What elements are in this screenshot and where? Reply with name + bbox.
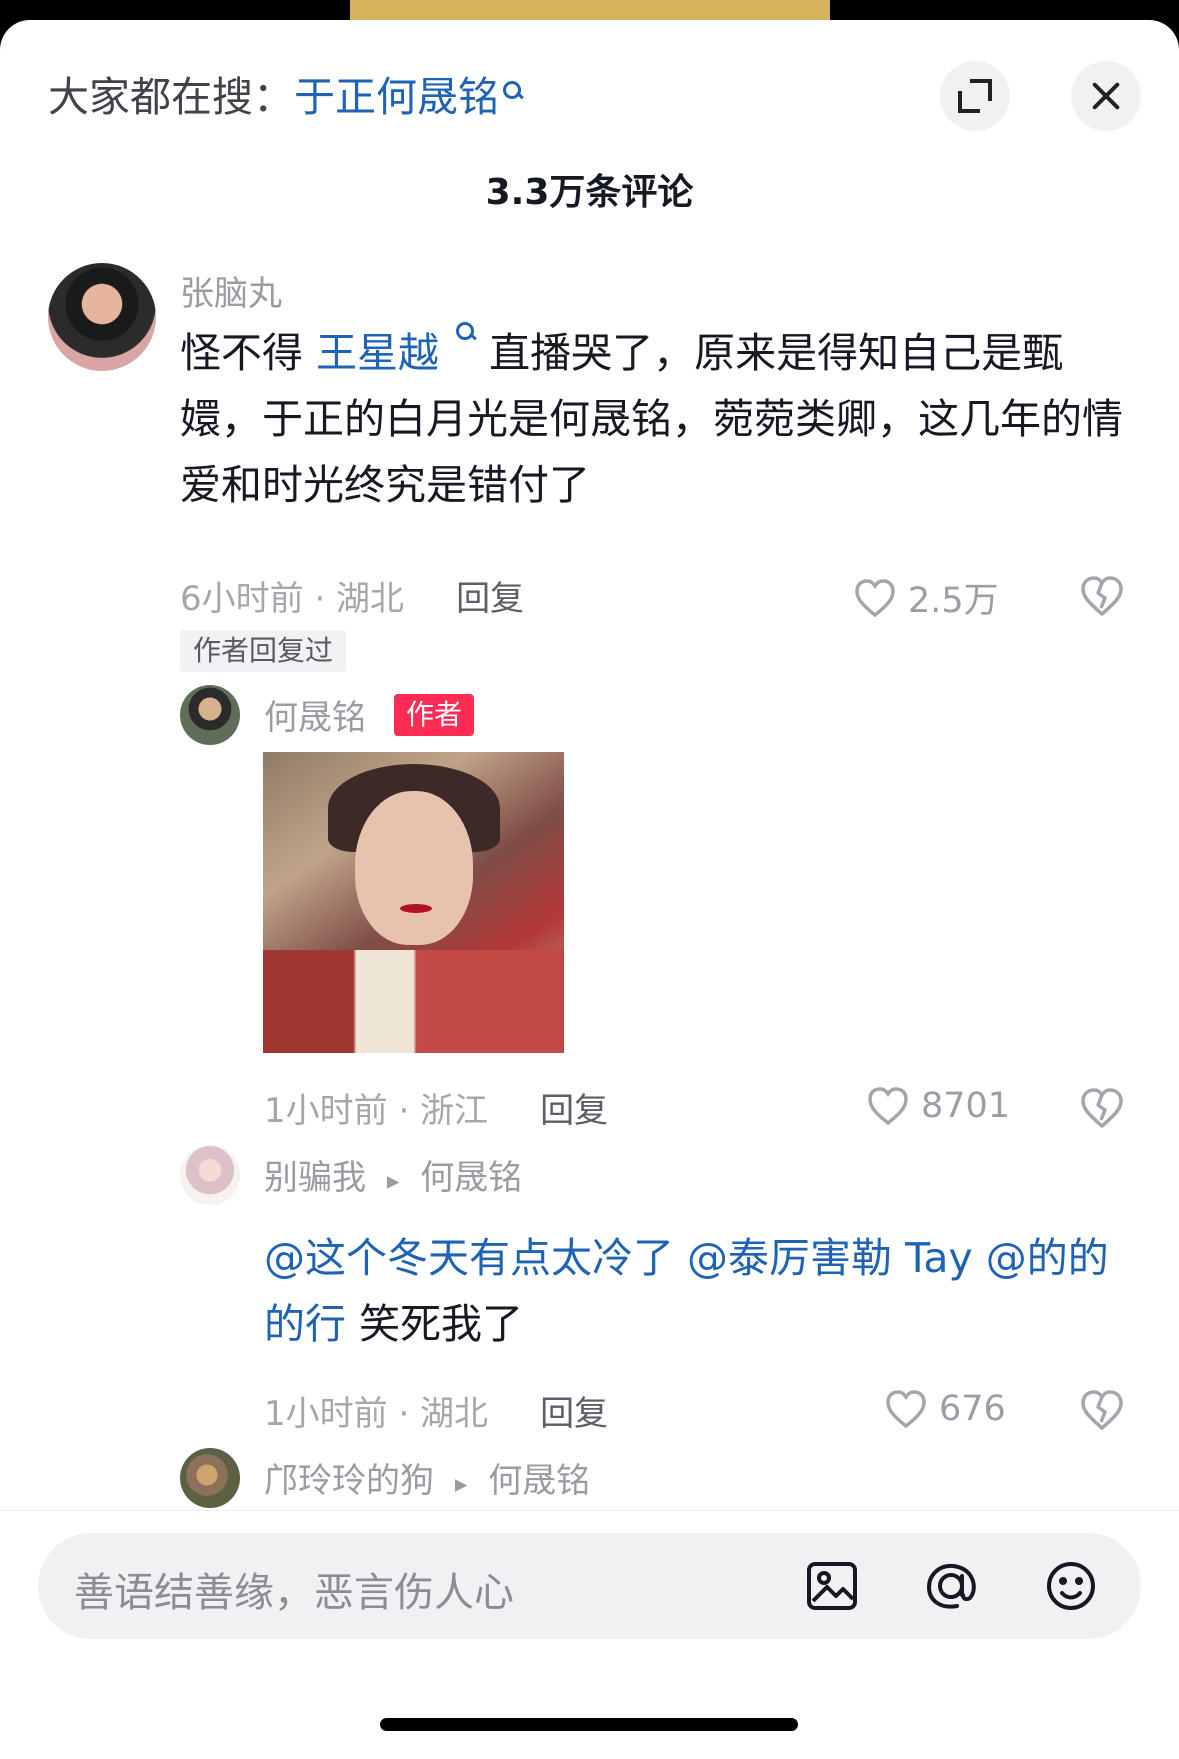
- main-comment-text: 怪不得 王星越 直播哭了，原来是得知自己是甄嬛，于正的白月光是何晟铭，菀菀类卿，…: [180, 320, 1125, 518]
- heart-icon[interactable]: [883, 1387, 929, 1431]
- author-like-count: 8701: [921, 1086, 1011, 1126]
- search-icon[interactable]: [503, 79, 524, 107]
- main-comment-time-location: 6小时前 · 湖北: [180, 578, 405, 619]
- username-author[interactable]: 何晟铭: [264, 690, 366, 739]
- image-icon[interactable]: [802, 1556, 862, 1616]
- reply-1-meta: 1小时前 · 湖北 回复: [264, 1386, 608, 1434]
- broken-heart-icon[interactable]: [1078, 1085, 1126, 1131]
- reply-button[interactable]: 回复: [456, 571, 524, 620]
- avatar-kuang-lingling-dog[interactable]: [180, 1448, 240, 1508]
- reply-1-like-group[interactable]: 676: [883, 1387, 1006, 1431]
- author-reply-meta: 1小时前 · 浙江 回复: [264, 1083, 608, 1131]
- heart-icon[interactable]: [865, 1084, 911, 1128]
- input-divider: [0, 1510, 1179, 1511]
- reply-1-tail-text: 笑死我了: [346, 1300, 524, 1348]
- main-like-count: 2.5万: [908, 581, 999, 621]
- comment-input-placeholder: 善语结善缘，恶言伤人心: [74, 1570, 514, 1616]
- author-badge: 作者: [394, 694, 475, 736]
- broken-heart-icon[interactable]: [1078, 1387, 1126, 1433]
- close-icon[interactable]: [1071, 61, 1141, 131]
- username-reply-2[interactable]: 邝玲玲的狗: [264, 1461, 434, 1501]
- username-reply-1[interactable]: 别骗我: [264, 1158, 366, 1198]
- topic-link[interactable]: 王星越: [316, 329, 439, 377]
- reply-1-text: @这个冬天有点太冷了 @泰厉害勒 Tay @的的的行 笑死我了: [264, 1225, 1124, 1357]
- reply-arrow-icon: ▸: [454, 1469, 468, 1498]
- reply-2-user-line: 邝玲玲的狗 ▸ 何晟铭: [264, 1453, 590, 1502]
- heart-icon[interactable]: [852, 576, 898, 620]
- hot-search-row[interactable]: 大家都在搜： 于正何晟铭: [48, 63, 524, 123]
- emoji-icon[interactable]: [1041, 1556, 1101, 1616]
- reply-1-time-location: 1小时前 · 湖北: [264, 1393, 489, 1434]
- hot-search-prefix: 大家都在搜：: [48, 73, 294, 121]
- main-like-group[interactable]: 2.5万: [852, 572, 999, 623]
- broken-heart-icon[interactable]: [1078, 573, 1126, 619]
- reply-target[interactable]: 何晟铭: [488, 1461, 590, 1501]
- search-icon[interactable]: [456, 320, 477, 348]
- main-comment-meta: 6小时前 · 湖北 回复: [180, 571, 524, 619]
- avatar-bie-pian-wo[interactable]: [180, 1145, 240, 1205]
- home-indicator[interactable]: [380, 1718, 798, 1731]
- comment-count-title: 3.3万条评论: [485, 172, 694, 213]
- author-reply-time-location: 1小时前 · 浙江: [264, 1090, 489, 1131]
- reply-1-user-line: 别骗我 ▸ 何晟铭: [264, 1150, 522, 1199]
- at-icon[interactable]: [921, 1556, 981, 1616]
- username-main[interactable]: 张脑丸: [180, 266, 282, 315]
- reply-button[interactable]: 回复: [540, 1386, 608, 1435]
- reply-arrow-icon: ▸: [386, 1166, 400, 1195]
- comment-input[interactable]: 善语结善缘，恶言伤人心: [38, 1533, 1141, 1639]
- reply-button[interactable]: 回复: [540, 1083, 608, 1132]
- reply-target[interactable]: 何晟铭: [420, 1158, 522, 1198]
- avatar-he-shengming[interactable]: [180, 685, 240, 745]
- hot-search-term[interactable]: 于正何晟铭: [294, 63, 499, 123]
- author-replied-badge: 作者回复过: [180, 630, 347, 672]
- comment-sheet: 大家都在搜： 于正何晟铭 3.3万条评论 张脑丸 怪不得 王星越 直播哭了，原来…: [0, 20, 1179, 1759]
- reply-1-like-count: 676: [939, 1389, 1006, 1429]
- reply-image[interactable]: [263, 752, 564, 1053]
- author-like-group[interactable]: 8701: [865, 1084, 1010, 1128]
- main-comment-text-before: 怪不得: [180, 329, 303, 377]
- avatar-zhang-naowan[interactable]: [48, 263, 156, 371]
- expand-icon[interactable]: [940, 61, 1010, 131]
